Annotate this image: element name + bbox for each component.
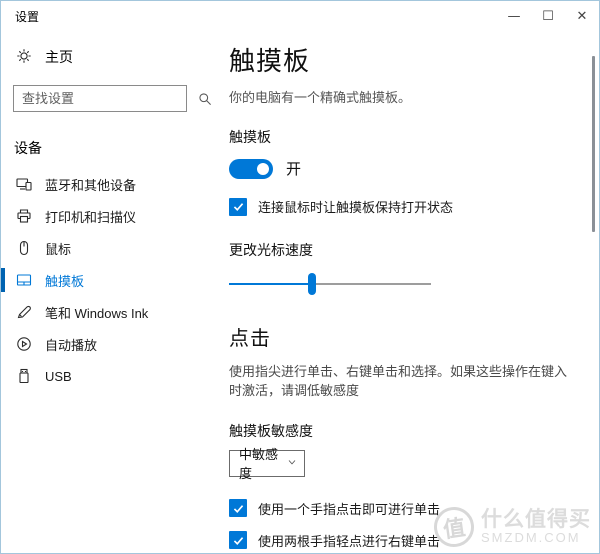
- mouse-icon: [16, 240, 32, 256]
- sensitivity-label: 触摸板敏感度: [229, 422, 313, 439]
- chevron-down-icon: [286, 456, 298, 471]
- sidebar-item-label: USB: [45, 368, 72, 384]
- sensitivity-dropdown[interactable]: 中敏感度: [229, 447, 305, 481]
- sidebar-item-label: 笔和 Windows Ink: [45, 305, 149, 321]
- settings-window: 设置 — ☐ ✕ 主页 设备: [0, 0, 600, 554]
- sidebar-item-label: 触摸板: [45, 273, 85, 289]
- window-title: 设置: [15, 9, 40, 24]
- search-input[interactable]: [14, 91, 198, 106]
- sidebar-item-usb[interactable]: USB: [1, 360, 201, 392]
- gear-icon: [16, 48, 32, 67]
- sidebar-item-label: 蓝牙和其他设备: [45, 177, 137, 193]
- pen-icon: [16, 304, 32, 320]
- watermark-site: SMZDM.COM: [481, 530, 581, 546]
- printer-icon: [16, 208, 32, 224]
- touchpad-toggle-label: 触摸板: [229, 129, 271, 145]
- scrollbar[interactable]: [592, 56, 595, 232]
- sidebar-item-label: 鼠标: [45, 241, 72, 257]
- sidebar-item-pen-windows-ink[interactable]: 笔和 Windows Ink: [1, 296, 201, 328]
- single-finger-tap-checkbox[interactable]: [229, 499, 247, 518]
- taps-section-heading: 点击: [229, 328, 271, 350]
- sidebar: 主页 设备 蓝牙和其他设备 打印机和扫描仪: [1, 31, 211, 553]
- two-finger-tap-checkbox[interactable]: [229, 531, 247, 550]
- cursor-speed-slider[interactable]: [229, 273, 431, 295]
- sidebar-item-autoplay[interactable]: 自动播放: [1, 328, 201, 360]
- two-finger-tap-label: 使用两根手指轻点进行右键单击: [258, 533, 441, 549]
- usb-icon: [16, 368, 32, 384]
- single-finger-tap-label: 使用一个手指点击即可进行单击: [258, 501, 441, 517]
- maximize-button[interactable]: ☐: [531, 1, 565, 31]
- sidebar-item-label: 自动播放: [45, 337, 98, 353]
- search-box[interactable]: [13, 85, 211, 112]
- page-subtitle: 你的电脑有一个精确式触摸板。: [229, 90, 412, 105]
- toggle-state-label: 开: [286, 161, 302, 178]
- keep-touchpad-on-label: 连接鼠标时让触摸板保持打开状态: [258, 200, 454, 215]
- autoplay-icon: [16, 336, 32, 352]
- close-button[interactable]: ✕: [565, 1, 599, 31]
- watermark-name: 什么值得买: [481, 508, 591, 532]
- minimize-button[interactable]: —: [497, 1, 531, 31]
- smzdm-watermark: 值 什么值得买 SMZDM.COM: [431, 504, 591, 550]
- sidebar-item-label: 打印机和扫描仪: [45, 209, 137, 225]
- page-title: 触摸板: [229, 46, 311, 76]
- titlebar: 设置 — ☐ ✕: [1, 1, 599, 31]
- touchpad-toggle[interactable]: [229, 158, 273, 179]
- sidebar-home-label: 主页: [45, 49, 73, 65]
- sidebar-item-mouse[interactable]: 鼠标: [1, 232, 201, 264]
- sidebar-item-bluetooth[interactable]: 蓝牙和其他设备: [1, 168, 201, 200]
- slider-fill: [229, 283, 312, 285]
- keep-touchpad-on-checkbox[interactable]: [229, 197, 247, 216]
- main-panel: 触摸板 你的电脑有一个精确式触摸板。 触摸板 开 连接鼠标时让触摸板保持打开状态…: [201, 31, 599, 553]
- sidebar-section-devices: 设备: [14, 140, 42, 156]
- slider-thumb[interactable]: [307, 273, 316, 295]
- sidebar-item-home[interactable]: 主页: [1, 37, 201, 77]
- sidebar-item-printers[interactable]: 打印机和扫描仪: [1, 200, 201, 232]
- smzdm-logo-icon: 值: [431, 504, 477, 550]
- sensitivity-value: 中敏感度: [239, 447, 279, 482]
- sidebar-item-touchpad[interactable]: 触摸板: [1, 264, 201, 296]
- window-controls: — ☐ ✕: [497, 1, 599, 31]
- taps-section-description: 使用指尖进行单击、右键单击和选择。如果这些操作在键入时激活，请调低敏感度: [229, 364, 568, 398]
- cursor-speed-label: 更改光标速度: [229, 242, 313, 258]
- touchpad-icon: [16, 272, 32, 288]
- toggle-knob: [257, 162, 269, 175]
- bluetooth-devices-icon: [16, 176, 32, 192]
